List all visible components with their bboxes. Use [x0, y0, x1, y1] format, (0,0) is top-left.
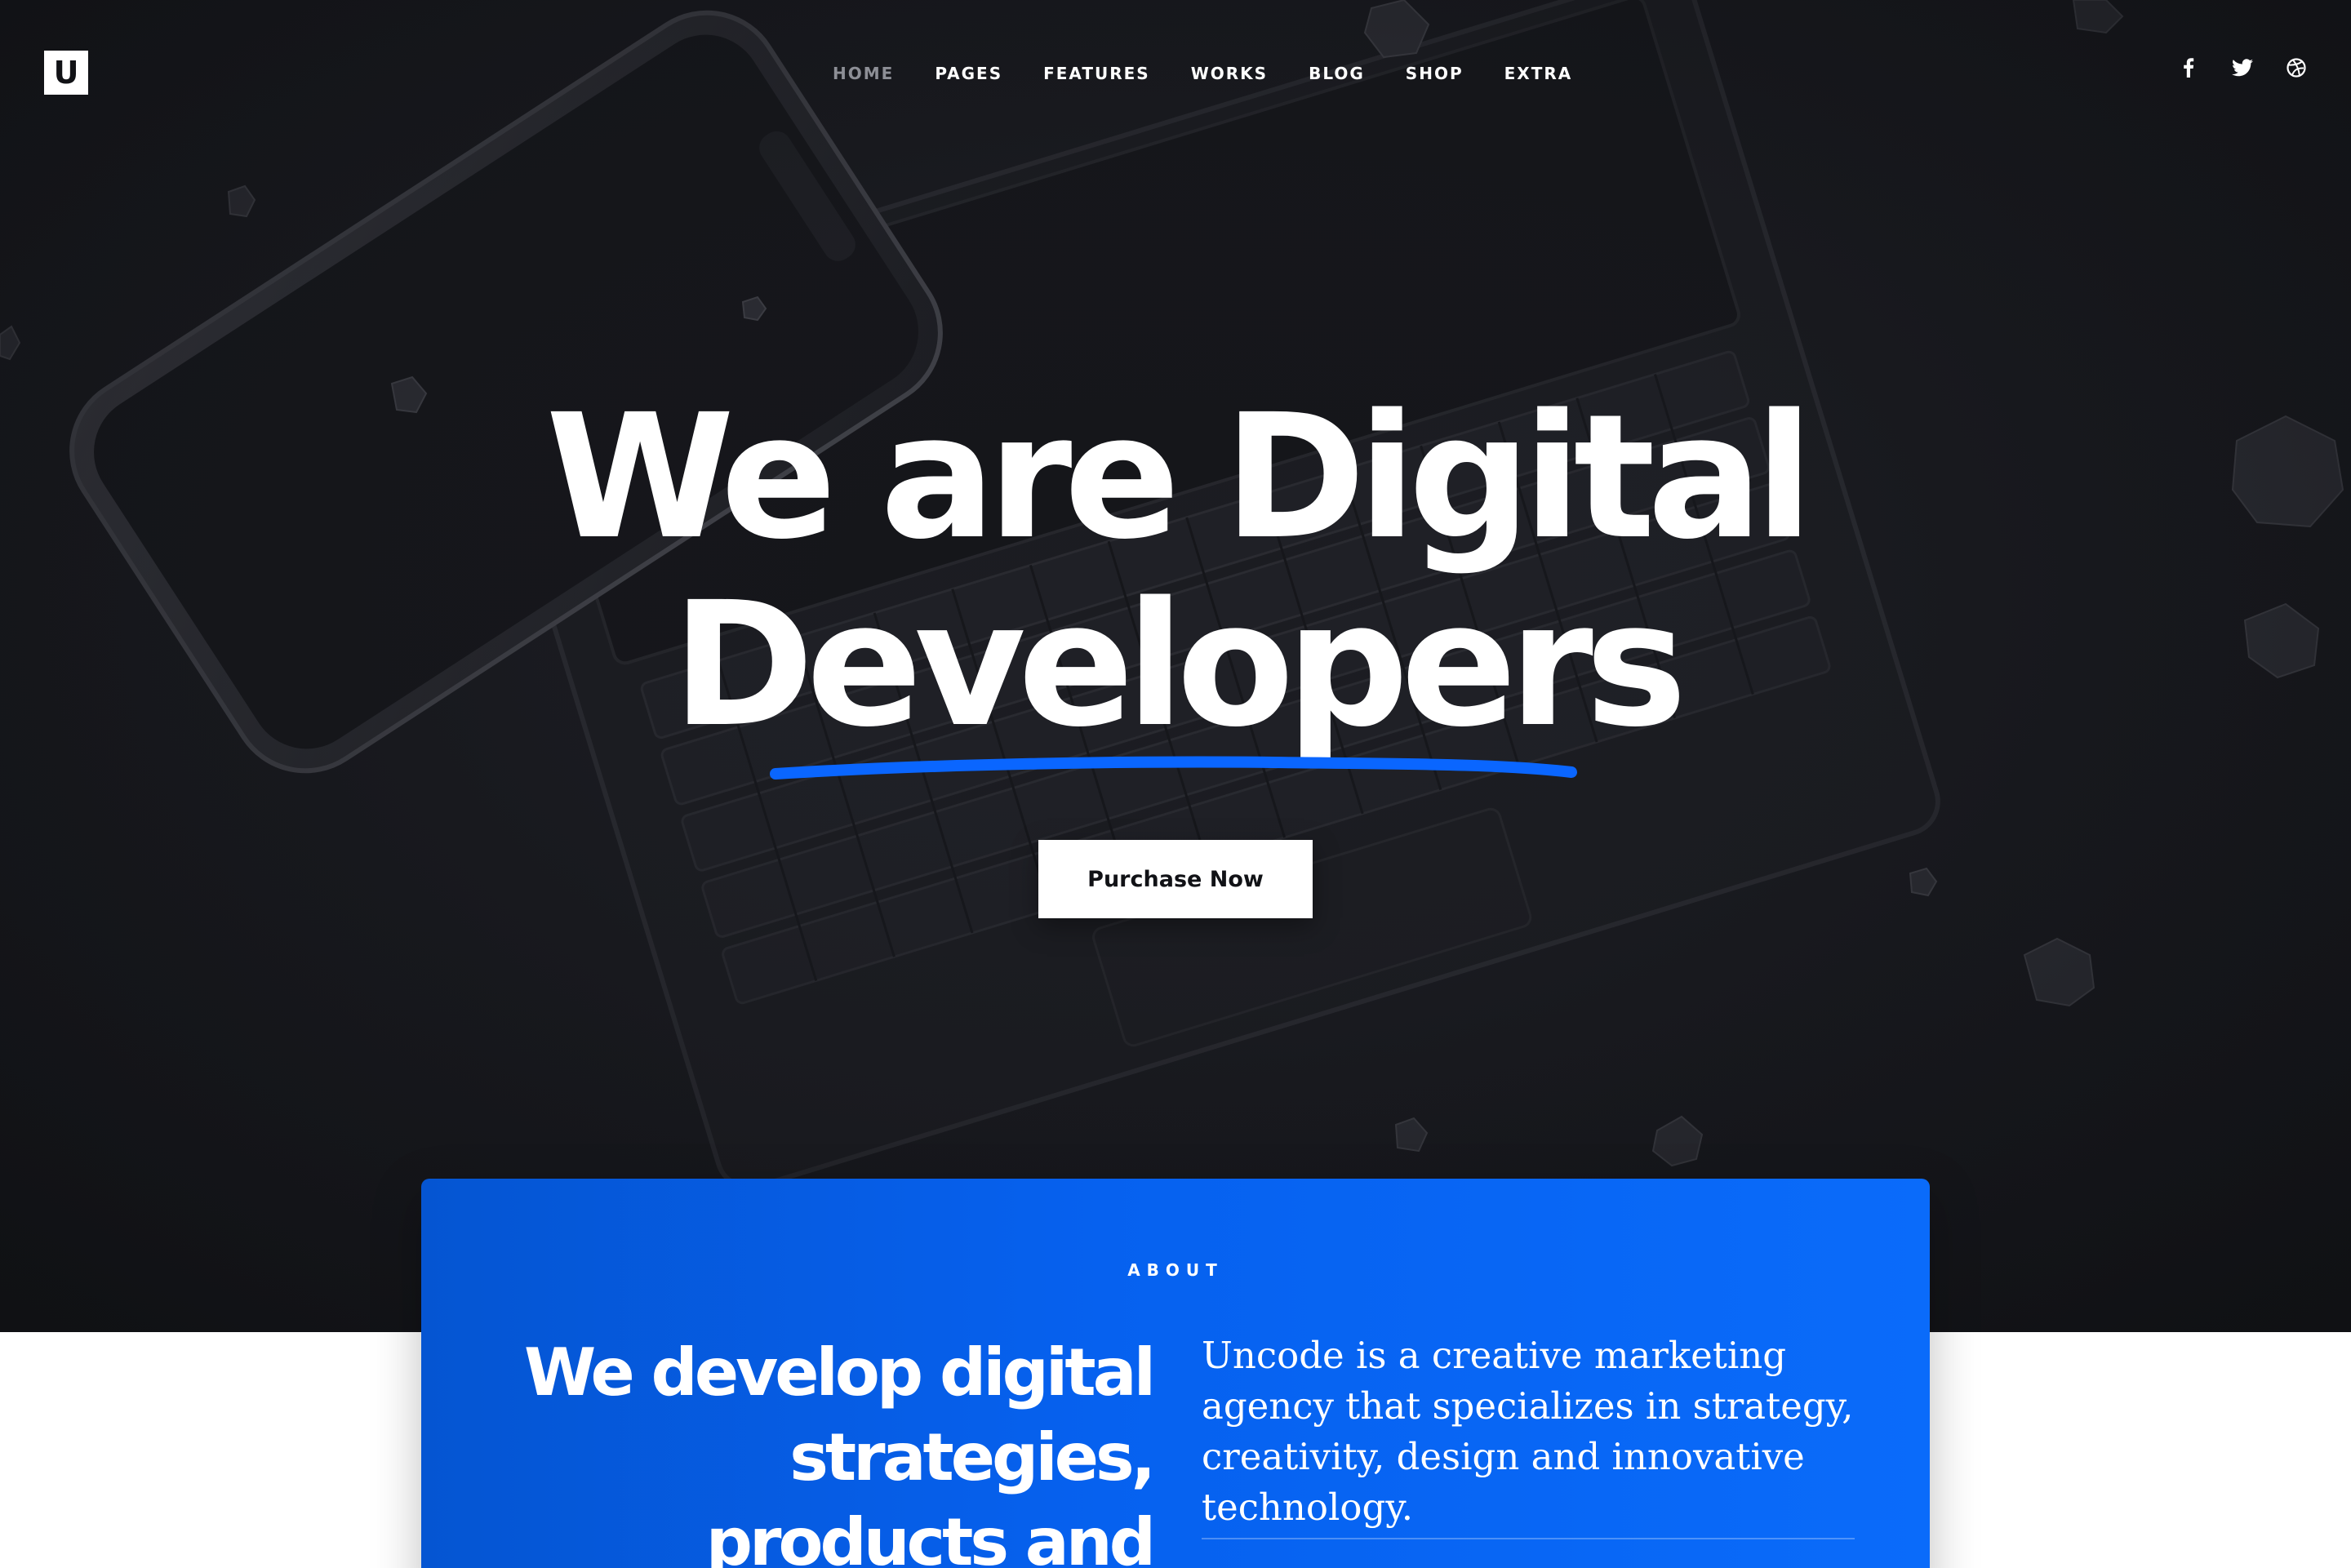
hero-title-line-2: Developers	[672, 565, 1687, 765]
about-heading-line-1: We develop digital	[524, 1335, 1156, 1410]
site-logo[interactable]: U	[44, 51, 88, 95]
twitter-icon[interactable]	[2232, 57, 2253, 78]
about-divider	[1202, 1538, 1855, 1539]
nav-item-extra[interactable]: EXTRA	[1504, 64, 1573, 83]
hero-title-line-1: We are Digital	[545, 377, 1813, 577]
about-card: ABOUT We develop digital strategies, pro…	[421, 1179, 1930, 1568]
hero-title: We are Digital Developers	[0, 384, 2351, 759]
logo-letter: U	[53, 55, 79, 91]
nav-item-pages[interactable]: PAGES	[935, 64, 1002, 83]
page: U HOME PAGES FEATURES WORKS BLOG SHOP EX…	[0, 0, 2351, 1568]
about-eyebrow: ABOUT	[1127, 1260, 1224, 1280]
nav-item-features[interactable]: FEATURES	[1043, 64, 1150, 83]
nav-item-works[interactable]: WORKS	[1191, 64, 1268, 83]
dribbble-icon[interactable]	[2286, 57, 2307, 78]
social-links	[2178, 57, 2307, 78]
nav-item-shop[interactable]: SHOP	[1406, 64, 1464, 83]
about-heading-line-3: products and	[705, 1504, 1156, 1568]
hero-underline-stroke	[770, 756, 1577, 780]
about-heading-line-2: strategies,	[789, 1419, 1156, 1495]
facebook-icon[interactable]	[2178, 57, 2199, 78]
about-description: Uncode is a creative marketing agency th…	[1202, 1334, 1854, 1529]
purchase-now-button[interactable]: Purchase Now	[1038, 840, 1313, 918]
nav-item-home[interactable]: HOME	[833, 64, 894, 83]
main-navigation: HOME PAGES FEATURES WORKS BLOG SHOP EXTR…	[833, 59, 1572, 88]
hero-section: U HOME PAGES FEATURES WORKS BLOG SHOP EX…	[0, 0, 2351, 1332]
nav-item-blog[interactable]: BLOG	[1309, 64, 1365, 83]
about-heading: We develop digital strategies, products …	[454, 1330, 1156, 1568]
